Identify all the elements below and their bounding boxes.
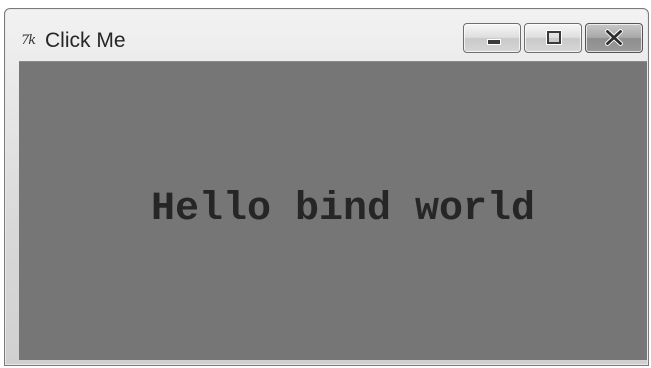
close-button[interactable] (585, 23, 643, 53)
tk-feather-icon: 7k (21, 33, 36, 48)
minimize-button[interactable] (463, 23, 521, 53)
maximize-icon (546, 30, 562, 45)
title-bar[interactable]: 7k Click Me (5, 9, 648, 61)
hello-label[interactable]: Hello bind world (19, 186, 647, 234)
maximize-button[interactable] (524, 23, 582, 53)
caption-buttons (463, 23, 643, 53)
client-area: Hello bind world (19, 61, 647, 360)
close-icon (605, 29, 623, 46)
minimize-icon (487, 39, 501, 45)
app-window: 7k Click Me Hello bind world (4, 8, 649, 366)
window-title: Click Me (45, 29, 126, 52)
